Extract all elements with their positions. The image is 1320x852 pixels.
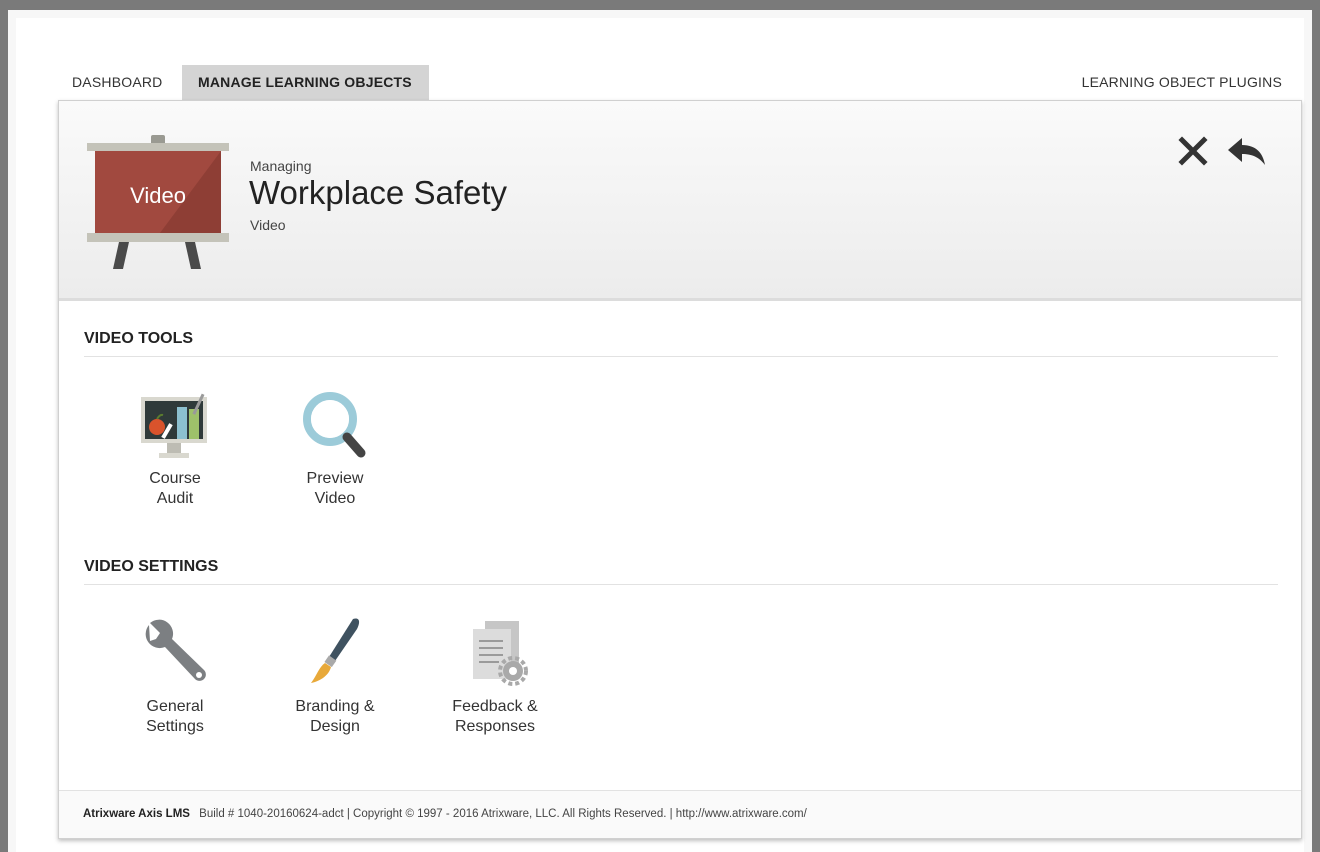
close-icon: [1178, 136, 1208, 166]
documents-gear-icon: [473, 621, 528, 686]
page-title: Workplace Safety: [249, 174, 508, 211]
tool-label: Settings: [146, 718, 204, 735]
browser-window: DASHBOARD MANAGE LEARNING OBJECTS LEARNI…: [8, 10, 1312, 852]
panel-header: Video Managing Workplace Safety Video: [59, 101, 1301, 301]
footer: Atrixware Axis LMS Build # 1040-20160624…: [59, 790, 1301, 838]
tab-dashboard[interactable]: DASHBOARD: [72, 65, 162, 100]
product-name: Atrixware Axis LMS: [83, 808, 190, 820]
managing-label: Managing: [250, 158, 312, 174]
feedback-responses-button[interactable]: Feedback & Responses: [440, 615, 550, 737]
top-tabs: DASHBOARD MANAGE LEARNING OBJECTS LEARNI…: [58, 65, 1282, 100]
divider: [84, 584, 1278, 585]
tool-label: Responses: [454, 718, 536, 735]
back-button[interactable]: [1227, 135, 1267, 167]
tab-manage-learning-objects[interactable]: MANAGE LEARNING OBJECTS: [182, 65, 429, 100]
tool-label: Video: [314, 490, 356, 507]
object-type: Video: [250, 217, 286, 233]
course-audit-button[interactable]: Course Audit: [120, 387, 230, 509]
video-tools-heading: VIDEO TOOLS: [84, 330, 194, 347]
manage-panel: Video Managing Workplace Safety Video VI…: [58, 100, 1302, 839]
tool-label: Course: [149, 470, 201, 487]
build-info: Build # 1040-20160624-adct | Copyright ©…: [199, 808, 673, 820]
branding-design-button[interactable]: Branding & Design: [280, 615, 390, 737]
wrench-icon: [145, 619, 206, 681]
video-easel-icon: Video: [85, 135, 231, 269]
page-content: DASHBOARD MANAGE LEARNING OBJECTS LEARNI…: [16, 18, 1304, 852]
general-settings-button[interactable]: General Settings: [120, 615, 230, 737]
tool-label: General: [146, 698, 204, 715]
paintbrush-icon: [311, 618, 360, 683]
preview-video-button[interactable]: Preview Video: [280, 387, 390, 509]
footer-link[interactable]: http://www.atrixware.com/: [676, 808, 807, 820]
tool-label: Preview: [306, 470, 364, 487]
tool-label: Branding &: [295, 698, 375, 715]
tab-learning-object-plugins[interactable]: LEARNING OBJECT PLUGINS: [1082, 65, 1282, 100]
video-settings-heading: VIDEO SETTINGS: [84, 558, 219, 575]
easel-label: Video: [130, 183, 186, 208]
course-audit-icon: [141, 393, 207, 458]
magnifier-icon: [303, 392, 366, 458]
tool-label: Audit: [156, 490, 194, 507]
tool-label: Design: [310, 718, 360, 735]
reply-back-icon: [1228, 138, 1265, 165]
tool-label: Feedback &: [452, 698, 538, 715]
divider: [84, 356, 1278, 357]
close-button[interactable]: [1177, 135, 1209, 167]
